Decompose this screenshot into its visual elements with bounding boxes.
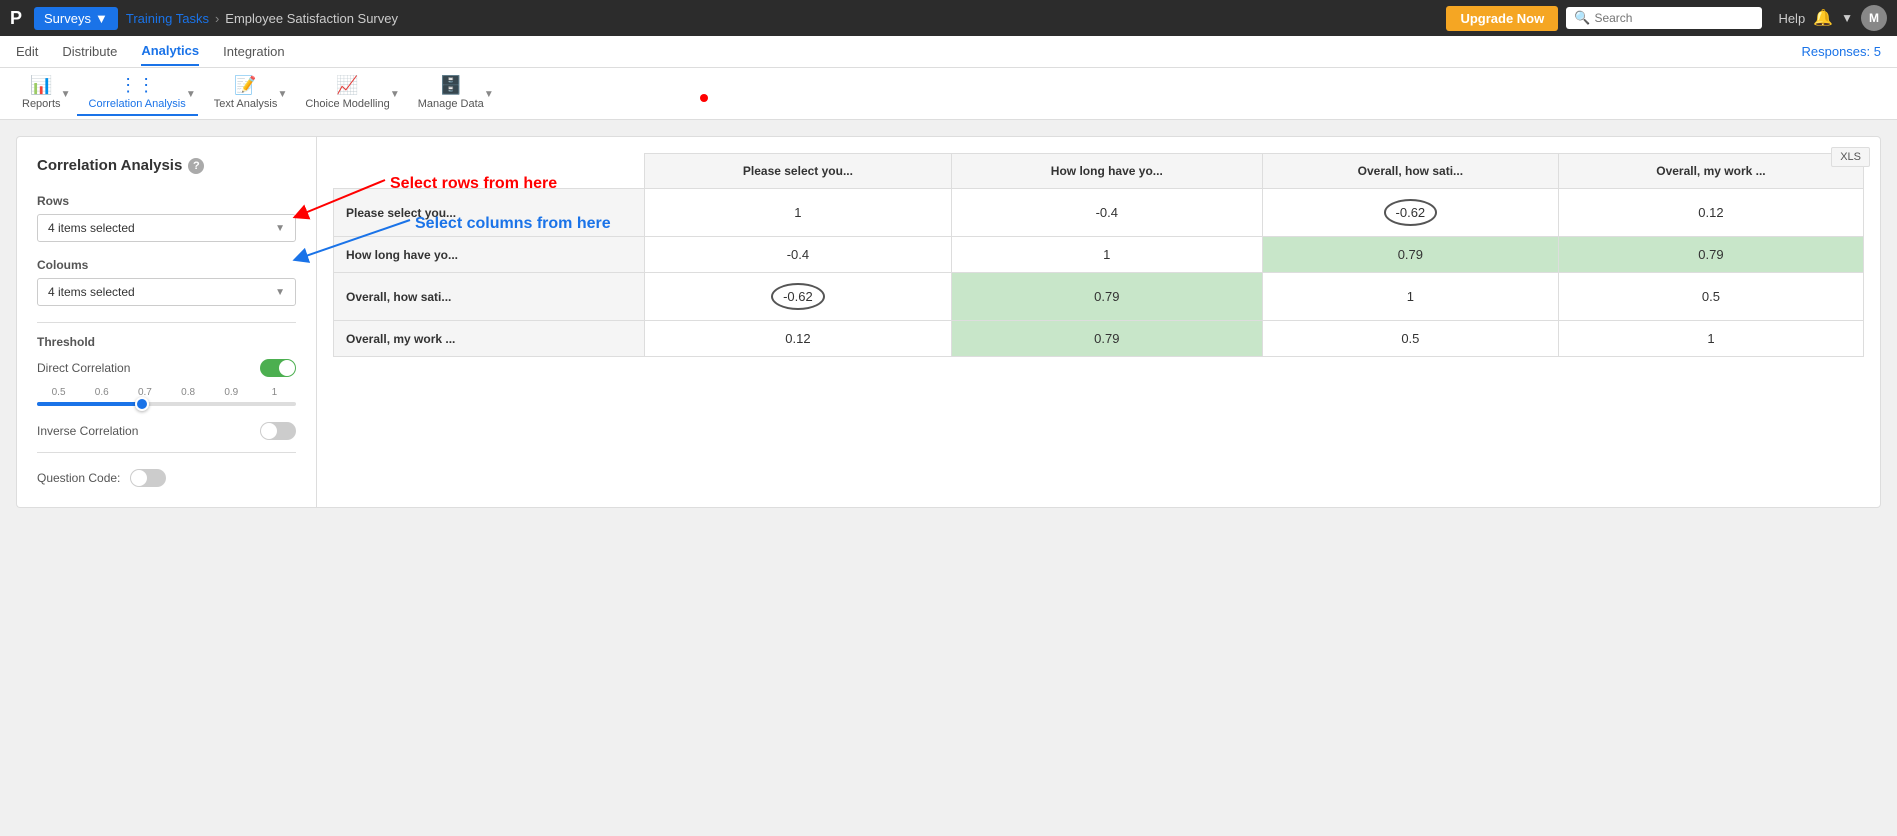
logo: P: [10, 8, 22, 29]
panel-title: Correlation Analysis ?: [37, 157, 296, 174]
help-icon[interactable]: ?: [188, 158, 204, 174]
col-header-1: Please select you...: [645, 154, 952, 189]
direct-correlation-label: Direct Correlation: [37, 361, 250, 375]
secondary-nav: Edit Distribute Analytics Integration Re…: [0, 36, 1897, 68]
reports-label: Reports: [22, 98, 61, 110]
nav-distribute[interactable]: Distribute: [62, 38, 117, 65]
threshold-label: Threshold: [37, 335, 296, 349]
slider-thumb[interactable]: [135, 397, 149, 411]
main-content: Select rows from here Select columns fro…: [0, 120, 1897, 524]
cell-3-3: 1: [1558, 321, 1863, 357]
manage-icon: 🗄️: [440, 75, 462, 96]
question-code-label: Question Code:: [37, 471, 120, 485]
cell-1-3: 0.79: [1558, 237, 1863, 273]
columns-chevron: ▼: [275, 287, 285, 298]
table-row: Please select you...1-0.4-0.620.12: [334, 189, 1864, 237]
rows-select[interactable]: 4 items selected ▼: [37, 214, 296, 242]
toolbar-manage-data[interactable]: 🗄️ Manage Data ▼: [406, 71, 496, 116]
table-row: Overall, my work ...0.120.790.51: [334, 321, 1864, 357]
slider-fill: [37, 402, 141, 406]
cell-3-2: 0.5: [1262, 321, 1558, 357]
question-code-toggle[interactable]: [130, 469, 166, 487]
empty-header: [334, 154, 645, 189]
table-wrapper: Please select you... How long have yo...…: [317, 137, 1880, 373]
survey-name: Employee Satisfaction Survey: [225, 11, 398, 26]
manage-label: Manage Data: [418, 98, 484, 110]
table-header-row: Please select you... How long have yo...…: [334, 154, 1864, 189]
row-label-2: Overall, how sati...: [334, 273, 645, 321]
responses-count: Responses: 5: [1802, 44, 1882, 59]
toolbar-reports[interactable]: 📊 Reports ▼: [10, 71, 73, 116]
choice-icon: 📈: [336, 75, 358, 96]
cell-1-0: -0.4: [645, 237, 952, 273]
table-row: How long have yo...-0.410.790.79: [334, 237, 1864, 273]
red-dot-indicator: [700, 94, 708, 102]
bell-icon[interactable]: 🔔: [1813, 8, 1833, 28]
inverse-correlation-row: Inverse Correlation: [37, 422, 296, 440]
choice-label: Choice Modelling: [305, 98, 389, 110]
correlation-icon: ⋮⋮: [119, 75, 155, 96]
toolbar-correlation[interactable]: ⋮⋮ Correlation Analysis ▼: [77, 71, 198, 116]
cell-0-0: 1: [645, 189, 952, 237]
cell-2-3: 0.5: [1558, 273, 1863, 321]
avatar[interactable]: M: [1861, 5, 1887, 31]
inverse-correlation-label: Inverse Correlation: [37, 424, 250, 438]
nav-analytics[interactable]: Analytics: [141, 37, 199, 66]
columns-label: Coloums: [37, 258, 296, 272]
cell-0-2: -0.62: [1262, 189, 1558, 237]
inverse-correlation-toggle[interactable]: [260, 422, 296, 440]
row-label-0: Please select you...: [334, 189, 645, 237]
table-row: Overall, how sati...-0.620.7910.5: [334, 273, 1864, 321]
text-analysis-icon: 📝: [234, 75, 256, 96]
correlation-table: Please select you... How long have yo...…: [333, 153, 1864, 357]
cell-3-0: 0.12: [645, 321, 952, 357]
direct-correlation-toggle[interactable]: [260, 359, 296, 377]
question-code-row: Question Code:: [37, 469, 296, 487]
toolbar: 📊 Reports ▼ ⋮⋮ Correlation Analysis ▼ 📝 …: [0, 68, 1897, 120]
cell-2-2: 1: [1262, 273, 1558, 321]
cell-0-3: 0.12: [1558, 189, 1863, 237]
col-header-3: Overall, how sati...: [1262, 154, 1558, 189]
cell-1-2: 0.79: [1262, 237, 1558, 273]
cell-1-1: 1: [951, 237, 1262, 273]
text-analysis-label: Text Analysis: [214, 98, 278, 110]
cell-0-1: -0.4: [951, 189, 1262, 237]
rows-chevron: ▼: [275, 223, 285, 234]
toolbar-choice-modelling[interactable]: 📈 Choice Modelling ▼: [293, 71, 401, 116]
correlation-label: Correlation Analysis: [89, 98, 186, 110]
right-panel: XLS Please select you... How long have y…: [316, 136, 1881, 508]
row-label-3: Overall, my work ...: [334, 321, 645, 357]
training-tasks-link[interactable]: Training Tasks: [126, 11, 209, 26]
cell-3-1: 0.79: [951, 321, 1262, 357]
left-panel: Correlation Analysis ? Rows 4 items sele…: [16, 136, 316, 508]
surveys-button[interactable]: Surveys ▼: [34, 7, 118, 30]
direct-correlation-row: Direct Correlation: [37, 359, 296, 377]
nav-integration[interactable]: Integration: [223, 38, 284, 65]
col-header-2: How long have yo...: [951, 154, 1262, 189]
nav-edit[interactable]: Edit: [16, 38, 38, 65]
reports-icon: 📊: [30, 75, 52, 96]
divider-2: [37, 452, 296, 453]
upgrade-button[interactable]: Upgrade Now: [1446, 6, 1558, 31]
search-box: 🔍: [1566, 7, 1762, 29]
top-bar: P Surveys ▼ Training Tasks › Employee Sa…: [0, 0, 1897, 36]
rows-selected-text: 4 items selected: [48, 221, 135, 235]
breadcrumb: Training Tasks › Employee Satisfaction S…: [126, 11, 398, 26]
columns-select[interactable]: 4 items selected ▼: [37, 278, 296, 306]
cell-2-0: -0.62: [645, 273, 952, 321]
slider-track: [37, 402, 296, 406]
cell-2-1: 0.79: [951, 273, 1262, 321]
col-header-4: Overall, my work ...: [1558, 154, 1863, 189]
slider-marks: 0.5 0.6 0.7 0.8 0.9 1: [37, 387, 296, 398]
xls-button[interactable]: XLS: [1831, 147, 1870, 167]
rows-label: Rows: [37, 194, 296, 208]
divider-1: [37, 322, 296, 323]
columns-selected-text: 4 items selected: [48, 285, 135, 299]
row-label-1: How long have yo...: [334, 237, 645, 273]
search-icon: 🔍: [1574, 10, 1590, 26]
search-input[interactable]: [1594, 11, 1754, 25]
help-label: Help: [1778, 11, 1805, 26]
toolbar-text-analysis[interactable]: 📝 Text Analysis ▼: [202, 71, 290, 116]
